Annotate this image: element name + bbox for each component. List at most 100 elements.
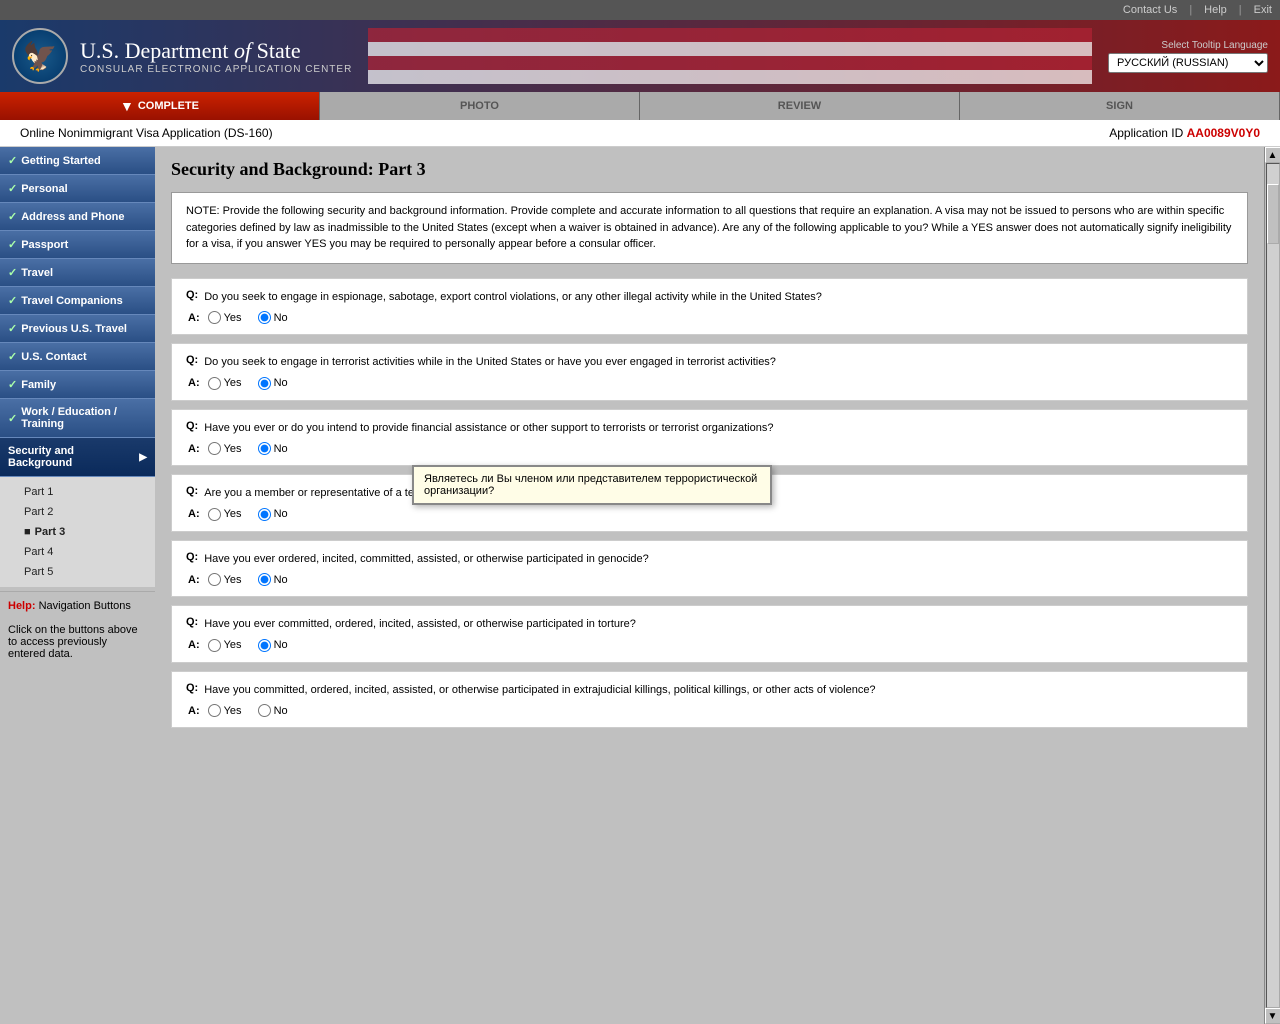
sidebar-sub-part3[interactable]: ■ Part 3 (16, 522, 155, 542)
q3-yes-radio[interactable] (208, 442, 221, 455)
exit-link[interactable]: Exit (1254, 4, 1272, 16)
check-icon: ✓ (8, 238, 17, 251)
q5-label: Q: (186, 551, 198, 568)
q3-no-radio[interactable] (258, 442, 271, 455)
sidebar-sub-part5[interactable]: Part 5 (16, 562, 155, 582)
sidebar-sub-part4[interactable]: Part 4 (16, 542, 155, 562)
check-icon: ✓ (8, 294, 17, 307)
sidebar-item-personal[interactable]: ✓ Personal (0, 175, 155, 203)
q2-text: Do you seek to engage in terrorist activ… (204, 354, 1233, 371)
q7-text: Have you committed, ordered, incited, as… (204, 682, 1233, 699)
q7-yes-radio[interactable] (208, 704, 221, 717)
sidebar-item-passport[interactable]: ✓ Passport (0, 231, 155, 259)
q6-no-option[interactable]: No (258, 639, 288, 652)
scrollbar[interactable]: ▲ ▼ (1264, 147, 1280, 1024)
progress-complete[interactable]: ▼ COMPLETE (0, 92, 320, 120)
help-title: Help: Navigation Buttons (8, 600, 147, 612)
department-name: U.S. Department of State (80, 38, 352, 64)
question-block-4: Q: Are you a member or representative of… (171, 474, 1248, 532)
tooltip-box: Являетесь ли Вы членом или представителе… (412, 465, 772, 505)
application-id-bar: Online Nonimmigrant Visa Application (DS… (0, 120, 1280, 147)
q4-yes-option[interactable]: Yes (208, 508, 242, 521)
sidebar-item-travel-companions[interactable]: ✓ Travel Companions (0, 287, 155, 315)
a6-label: A: (188, 639, 200, 651)
page-title: Security and Background: Part 3 (171, 159, 1248, 180)
sidebar-item-getting-started[interactable]: ✓ Getting Started (0, 147, 155, 175)
q5-yes-radio[interactable] (208, 573, 221, 586)
sidebar-item-previous-us-travel[interactable]: ✓ Previous U.S. Travel (0, 315, 155, 343)
sidebar-sub-part2[interactable]: Part 2 (16, 502, 155, 522)
language-select[interactable]: РУССКИЙ (RUSSIAN) (1108, 53, 1268, 73)
q1-yes-option[interactable]: Yes (208, 311, 242, 324)
sidebar-item-address-phone[interactable]: ✓ Address and Phone (0, 203, 155, 231)
contact-us-link[interactable]: Contact Us (1123, 4, 1177, 16)
check-icon: ✓ (8, 266, 17, 279)
header-title: U.S. Department of State CONSULAR ELECTR… (80, 38, 352, 75)
q3-no-option[interactable]: No (258, 442, 288, 455)
q5-yes-option[interactable]: Yes (208, 573, 242, 586)
q3-label: Q: (186, 420, 198, 437)
check-icon: ✓ (8, 182, 17, 195)
a2-label: A: (188, 377, 200, 389)
expand-arrow-icon: ▶ (139, 452, 147, 463)
q7-label: Q: (186, 682, 198, 699)
q1-no-radio[interactable] (258, 311, 271, 324)
q7-no-radio[interactable] (258, 704, 271, 717)
content-area: Security and Background: Part 3 NOTE: Pr… (155, 147, 1264, 1024)
lang-label: Select Tooltip Language (1108, 40, 1268, 51)
note-text: NOTE: Provide the following security and… (186, 205, 1231, 250)
progress-review[interactable]: REVIEW (640, 92, 960, 120)
a1-label: A: (188, 312, 200, 324)
question-block-2: Q: Do you seek to engage in terrorist ac… (171, 343, 1248, 401)
q1-yes-radio[interactable] (208, 311, 221, 324)
q5-no-radio[interactable] (258, 573, 271, 586)
q1-no-option[interactable]: No (258, 311, 288, 324)
a4-label: A: (188, 508, 200, 520)
top-nav: Contact Us | Help | Exit (0, 0, 1280, 20)
q4-yes-radio[interactable] (208, 508, 221, 521)
q2-yes-option[interactable]: Yes (208, 377, 242, 390)
a7-label: A: (188, 705, 200, 717)
progress-photo[interactable]: PHOTO (320, 92, 640, 120)
q4-no-radio[interactable] (258, 508, 271, 521)
sidebar-item-family[interactable]: ✓ Family (0, 371, 155, 399)
q6-yes-radio[interactable] (208, 639, 221, 652)
scroll-thumb[interactable] (1267, 184, 1279, 244)
help-link[interactable]: Help (1204, 4, 1227, 16)
sidebar-item-travel[interactable]: ✓ Travel (0, 259, 155, 287)
sidebar: ✓ Getting Started ✓ Personal ✓ Address a… (0, 147, 155, 1024)
check-icon: ✓ (8, 412, 17, 425)
check-icon: ✓ (8, 322, 17, 335)
question-block-1: Q: Do you seek to engage in espionage, s… (171, 278, 1248, 336)
progress-sign[interactable]: SIGN (960, 92, 1280, 120)
question-block-7: Q: Have you committed, ordered, incited,… (171, 671, 1248, 729)
q7-yes-option[interactable]: Yes (208, 704, 242, 717)
q4-no-option[interactable]: No (258, 508, 288, 521)
q2-yes-radio[interactable] (208, 377, 221, 390)
sidebar-item-security-background[interactable]: Security and Background ▶ (0, 438, 155, 477)
scroll-down-button[interactable]: ▼ (1265, 1008, 1280, 1024)
q2-no-radio[interactable] (258, 377, 271, 390)
q6-yes-option[interactable]: Yes (208, 639, 242, 652)
q7-no-option[interactable]: No (258, 704, 288, 717)
language-selector-area: Select Tooltip Language РУССКИЙ (RUSSIAN… (1108, 40, 1268, 73)
q3-yes-option[interactable]: Yes (208, 442, 242, 455)
q5-no-option[interactable]: No (258, 573, 288, 586)
a5-label: A: (188, 574, 200, 586)
note-box: NOTE: Provide the following security and… (171, 192, 1248, 264)
progress-bar: ▼ COMPLETE PHOTO REVIEW SIGN (0, 92, 1280, 120)
q6-text: Have you ever committed, ordered, incite… (204, 616, 1233, 633)
sidebar-subnav: Part 1 Part 2 ■ Part 3 Part 4 Part 5 (0, 477, 155, 587)
question-block-3: Q: Have you ever or do you intend to pro… (171, 409, 1248, 467)
q2-no-option[interactable]: No (258, 377, 288, 390)
check-icon: ✓ (8, 210, 17, 223)
q4-label: Q: (186, 485, 198, 502)
q6-no-radio[interactable] (258, 639, 271, 652)
scroll-up-button[interactable]: ▲ (1265, 147, 1280, 163)
sidebar-sub-part1[interactable]: Part 1 (16, 482, 155, 502)
q2-label: Q: (186, 354, 198, 371)
scroll-track[interactable] (1266, 163, 1280, 1008)
sidebar-item-us-contact[interactable]: ✓ U.S. Contact (0, 343, 155, 371)
sidebar-item-work-education[interactable]: ✓ Work / Education / Training (0, 399, 155, 438)
q1-text: Do you seek to engage in espionage, sabo… (204, 289, 1233, 306)
